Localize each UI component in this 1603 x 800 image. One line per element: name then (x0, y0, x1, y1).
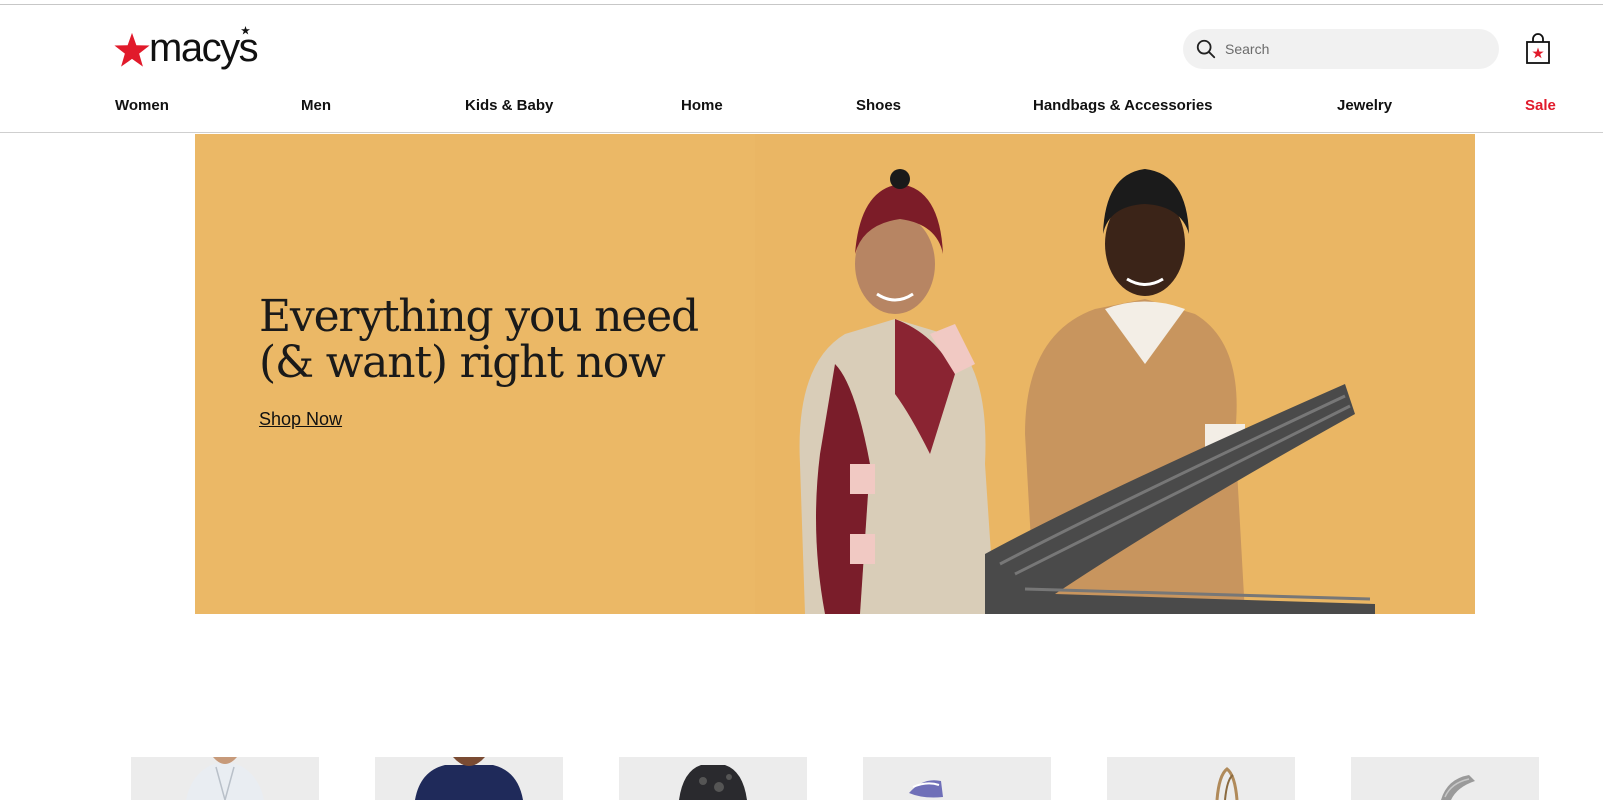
apostrophe-star-icon (241, 26, 251, 35)
category-thumb-shoes[interactable] (863, 757, 1051, 800)
nav-item-handbags-accessories[interactable]: Handbags & Accessories (1033, 97, 1213, 114)
kids-shirt-image (679, 765, 747, 800)
nav-item-sale[interactable]: Sale (1525, 97, 1556, 114)
shopping-bag-icon[interactable] (1525, 31, 1551, 65)
search-bar[interactable] (1183, 29, 1499, 69)
main-navigation: Women Men Kids & Baby Home Shoes Handbag… (0, 91, 1603, 127)
nav-item-men[interactable]: Men (301, 97, 331, 114)
nav-item-kids-baby[interactable]: Kids & Baby (465, 97, 553, 114)
category-thumb-kids[interactable] (619, 757, 807, 800)
shoe-image (909, 780, 943, 798)
nav-item-jewelry[interactable]: Jewelry (1337, 97, 1392, 114)
handbag-image (1215, 767, 1239, 800)
category-thumbnails (0, 757, 1603, 800)
category-thumb-handbags[interactable] (1107, 757, 1295, 800)
hero-headline-line-2: (& want) right now (259, 337, 666, 388)
category-thumb-women[interactable] (131, 757, 319, 800)
search-icon (1196, 39, 1216, 59)
macys-logo[interactable]: macys (113, 26, 259, 73)
category-thumb-men[interactable] (375, 757, 563, 800)
men-tshirt-image (415, 757, 523, 800)
search-input[interactable] (1225, 30, 1485, 68)
site-header: macys Women Men Kids & Baby Home Shoes H… (0, 5, 1603, 133)
nav-item-home[interactable]: Home (681, 97, 723, 114)
hero-headline: Everything you need (& want) right now (259, 291, 699, 388)
hero-banner[interactable]: Everything you need (& want) right now S… (195, 134, 1475, 614)
star-logo-icon (114, 32, 150, 67)
women-shirt-image (186, 757, 264, 800)
hero-headline-line-1: Everything you need (259, 291, 699, 342)
category-thumb-watches[interactable] (1351, 757, 1539, 800)
watch-image (1441, 775, 1475, 800)
nav-item-shoes[interactable]: Shoes (856, 97, 901, 114)
shop-now-link[interactable]: Shop Now (259, 409, 342, 430)
nav-item-women[interactable]: Women (115, 97, 169, 114)
